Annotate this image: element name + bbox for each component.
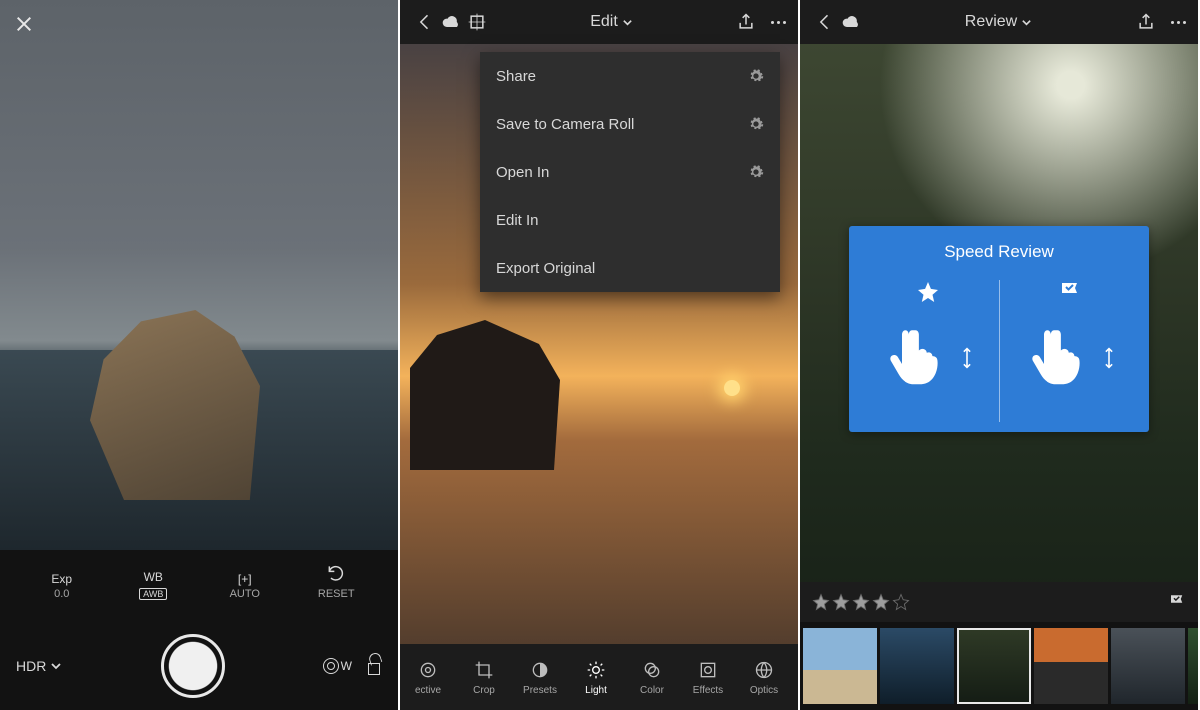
reset-label: RESET	[318, 588, 355, 600]
rate-gesture-hint	[861, 280, 995, 422]
effects-icon	[697, 659, 719, 681]
edit-title: Edit	[590, 13, 618, 31]
tool-optics[interactable]: Optics	[736, 659, 792, 696]
light-icon	[585, 659, 607, 681]
exposure-label: Exp	[51, 572, 72, 586]
camera-controls: Exp 0.0 WB AWB [+] AUTO RESET	[0, 550, 398, 710]
thumbnail[interactable]	[803, 628, 877, 704]
updown-arrows-icon	[962, 347, 972, 369]
hdr-mode-button[interactable]: HDR	[16, 658, 62, 674]
shutter-button[interactable]	[161, 634, 225, 698]
share-menu: Share Save to Camera Roll Open In Edit I…	[480, 52, 780, 292]
hdr-label: HDR	[16, 658, 46, 674]
swipe-hand-icon	[1026, 319, 1098, 396]
filmstrip[interactable]	[800, 622, 1198, 710]
edit-mode-dropdown[interactable]: Edit	[490, 13, 733, 31]
flag-toggle[interactable]	[1168, 593, 1186, 611]
more-button[interactable]	[771, 21, 786, 24]
tool-crop[interactable]: Crop	[456, 659, 512, 696]
tool-light[interactable]: Light	[568, 659, 624, 696]
menu-label: Edit In	[496, 212, 539, 229]
gear-icon[interactable]	[748, 116, 764, 132]
color-icon	[641, 659, 663, 681]
star-rating[interactable]	[812, 593, 910, 611]
menu-item-save-camera-roll[interactable]: Save to Camera Roll	[480, 100, 780, 148]
speed-review-overlay: Speed Review	[849, 226, 1149, 432]
selective-icon	[417, 659, 439, 681]
auto-bracket-control[interactable]: [+] AUTO	[199, 572, 291, 600]
edit-panel: Edit Share Save to Camera Roll Open In E…	[400, 0, 798, 710]
chevron-down-icon	[1021, 17, 1032, 28]
close-button[interactable]	[10, 10, 38, 38]
thumbnail[interactable]	[1034, 628, 1108, 704]
menu-label: Share	[496, 68, 536, 85]
star-filled-icon	[872, 593, 890, 611]
chevron-down-icon	[50, 660, 62, 672]
star-filled-icon	[812, 593, 830, 611]
wb-label: WB	[144, 570, 163, 584]
edit-header: Edit	[400, 0, 798, 44]
tool-color[interactable]: Color	[624, 659, 680, 696]
overlay-title: Speed Review	[944, 242, 1054, 262]
tool-more[interactable]: Pr	[792, 659, 798, 696]
lock-icon[interactable]	[366, 657, 382, 675]
review-header: Review	[800, 0, 1198, 44]
lens-toggle[interactable]: W	[323, 658, 352, 674]
share-button[interactable]	[1133, 9, 1159, 35]
swipe-hand-icon	[884, 319, 956, 396]
back-button[interactable]	[812, 9, 838, 35]
tool-selective[interactable]: ective	[400, 659, 456, 696]
auto-icon: [+]	[238, 572, 252, 586]
wb-value: AWB	[139, 588, 167, 600]
edit-toolstrip: ective Crop Presets Light Color Effects …	[400, 644, 798, 710]
menu-item-export-original[interactable]: Export Original	[480, 244, 780, 292]
presets-icon	[529, 659, 551, 681]
exposure-value: 0.0	[54, 588, 69, 600]
rating-bar	[800, 582, 1198, 622]
thumbnail[interactable]	[1188, 628, 1198, 704]
review-title: Review	[965, 13, 1017, 31]
flag-check-icon	[1058, 280, 1082, 309]
reset-icon	[323, 560, 349, 586]
flag-gesture-hint	[1004, 280, 1138, 422]
camera-panel: Exp 0.0 WB AWB [+] AUTO RESET	[0, 0, 398, 710]
crop-overlay-icon[interactable]	[464, 9, 490, 35]
menu-item-share[interactable]: Share	[480, 52, 780, 100]
cloud-status-icon[interactable]	[838, 9, 864, 35]
lens-icon	[323, 658, 339, 674]
optics-icon	[753, 659, 775, 681]
star-icon	[916, 280, 940, 309]
menu-item-open-in[interactable]: Open In	[480, 148, 780, 196]
thumbnail[interactable]	[880, 628, 954, 704]
star-filled-icon	[852, 593, 870, 611]
chevron-down-icon	[622, 17, 633, 28]
white-balance-control[interactable]: WB AWB	[108, 570, 200, 600]
thumbnail[interactable]	[1111, 628, 1185, 704]
more-button[interactable]	[1171, 21, 1186, 24]
crop-icon	[473, 659, 495, 681]
reset-control[interactable]: RESET	[291, 560, 383, 600]
star-filled-icon	[832, 593, 850, 611]
exposure-control[interactable]: Exp 0.0	[16, 572, 108, 600]
share-button[interactable]	[733, 9, 759, 35]
updown-arrows-icon	[1104, 347, 1114, 369]
tool-presets[interactable]: Presets	[512, 659, 568, 696]
menu-label: Open In	[496, 164, 549, 181]
star-empty-icon	[892, 593, 910, 611]
menu-label: Export Original	[496, 260, 595, 277]
thumbnail[interactable]	[957, 628, 1031, 704]
cloud-status-icon[interactable]	[438, 9, 464, 35]
tool-effects[interactable]: Effects	[680, 659, 736, 696]
back-button[interactable]	[412, 9, 438, 35]
menu-label: Save to Camera Roll	[496, 116, 634, 133]
menu-item-edit-in[interactable]: Edit In	[480, 196, 780, 244]
review-mode-dropdown[interactable]: Review	[864, 13, 1133, 31]
auto-label: AUTO	[230, 588, 260, 600]
gear-icon[interactable]	[748, 68, 764, 84]
gear-icon[interactable]	[748, 164, 764, 180]
review-panel: Review Speed Review	[800, 0, 1198, 710]
